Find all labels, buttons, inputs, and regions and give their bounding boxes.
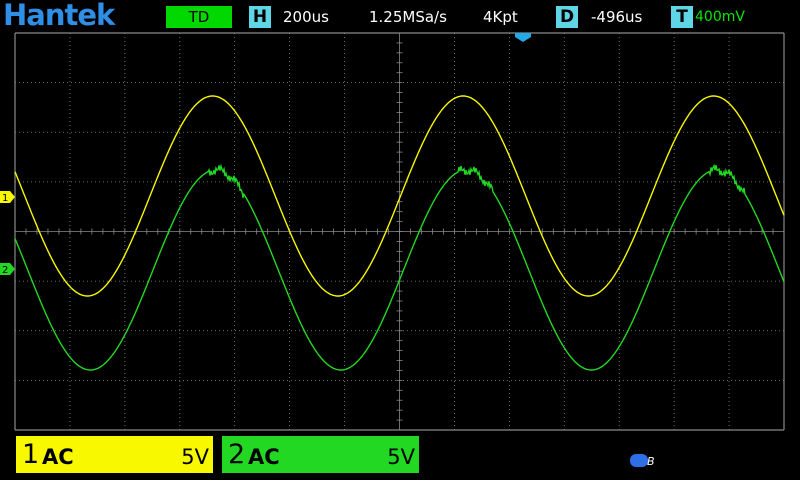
channel-1-marker-label: 1 bbox=[2, 193, 8, 204]
channel-2-scale: 5V bbox=[387, 445, 415, 469]
trigger-position-marker-icon[interactable] bbox=[515, 33, 531, 42]
channel-1-coupling: AC bbox=[42, 445, 74, 469]
channel-2-info[interactable]: 2 AC 5V bbox=[222, 436, 419, 473]
battery-icon: B bbox=[630, 454, 655, 468]
channel-2-number: 2 bbox=[228, 439, 246, 470]
channel-2-level-marker[interactable]: 2 bbox=[0, 263, 15, 276]
channel-1-level-marker[interactable]: 1 bbox=[0, 191, 15, 204]
channel-1-number: 1 bbox=[22, 439, 40, 470]
svg-text:B: B bbox=[647, 455, 655, 468]
channel-2-marker-label: 2 bbox=[2, 265, 8, 276]
channel-2-coupling: AC bbox=[248, 445, 280, 469]
graticule bbox=[14, 32, 785, 431]
channel-1-scale: 5V bbox=[181, 445, 209, 469]
channel-1-info[interactable]: 1 AC 5V bbox=[16, 436, 213, 473]
scope-display: 1 2 bbox=[0, 32, 785, 431]
